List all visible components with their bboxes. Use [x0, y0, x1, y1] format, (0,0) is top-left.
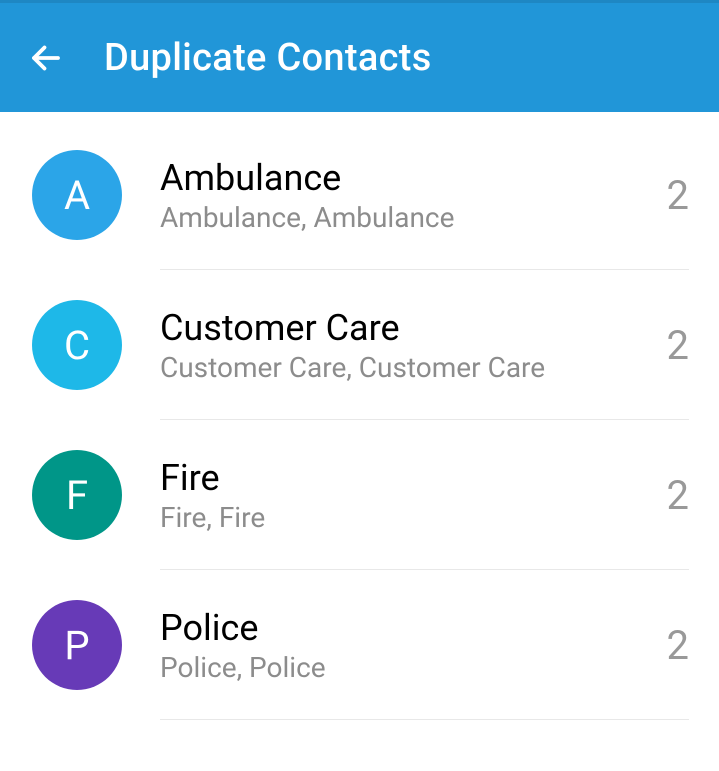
avatar: P — [32, 600, 122, 690]
contact-text: Ambulance Ambulance, Ambulance — [160, 157, 647, 234]
contacts-list: A Ambulance Ambulance, Ambulance 2 C Cus… — [0, 112, 719, 720]
contact-row[interactable]: P Police Police, Police 2 — [0, 570, 719, 720]
duplicate-count: 2 — [667, 322, 689, 369]
contact-subtitle: Police, Police — [160, 651, 647, 684]
contact-name: Fire — [160, 457, 647, 499]
contact-text: Customer Care Customer Care, Customer Ca… — [160, 307, 647, 384]
duplicate-count: 2 — [667, 172, 689, 219]
back-arrow-icon[interactable] — [28, 40, 64, 76]
contact-name: Ambulance — [160, 157, 647, 199]
contact-text: Police Police, Police — [160, 607, 647, 684]
contact-row[interactable]: C Customer Care Customer Care, Customer … — [0, 270, 719, 420]
contact-row[interactable]: F Fire Fire, Fire 2 — [0, 420, 719, 570]
avatar: C — [32, 300, 122, 390]
duplicate-count: 2 — [667, 472, 689, 519]
duplicate-count: 2 — [667, 622, 689, 669]
contact-subtitle: Fire, Fire — [160, 501, 647, 534]
contact-name: Customer Care — [160, 307, 647, 349]
contact-subtitle: Ambulance, Ambulance — [160, 201, 647, 234]
contact-subtitle: Customer Care, Customer Care — [160, 351, 647, 384]
contact-name: Police — [160, 607, 647, 649]
page-title: Duplicate Contacts — [104, 36, 432, 80]
avatar: F — [32, 450, 122, 540]
contact-text: Fire Fire, Fire — [160, 457, 647, 534]
app-header: Duplicate Contacts — [0, 0, 719, 112]
avatar: A — [32, 150, 122, 240]
contact-row[interactable]: A Ambulance Ambulance, Ambulance 2 — [0, 120, 719, 270]
